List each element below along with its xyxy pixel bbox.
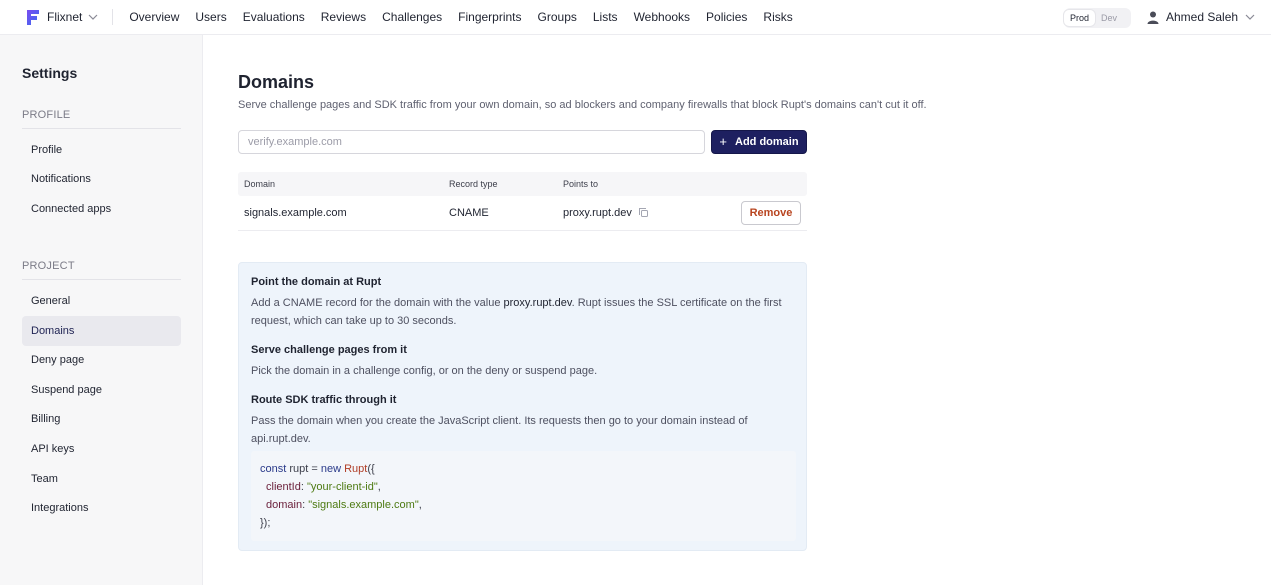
row-points-to-cell: proxy.rupt.dev	[563, 207, 649, 219]
sidebar-section-profile: PROFILE	[22, 109, 181, 129]
step2-title: Serve challenge pages from it	[251, 344, 407, 356]
code-line: });	[260, 514, 787, 532]
main-content: Domains Serve challenge pages and SDK tr…	[203, 35, 1271, 585]
row-domain: signals.example.com	[244, 207, 347, 219]
step1-text-a: Add a CNAME record for the domain with t…	[251, 297, 504, 309]
code-string: "signals.example.com"	[308, 499, 419, 511]
nav-overview[interactable]: Overview	[129, 10, 179, 24]
domain-input[interactable]	[238, 130, 705, 154]
chevron-down-icon	[88, 12, 98, 22]
code-punct: });	[260, 517, 271, 529]
step1-title: Point the domain at Rupt	[251, 276, 382, 288]
code-line: const rupt = new Rupt({	[260, 460, 787, 478]
user-name: Ahmed Saleh	[1166, 10, 1239, 24]
code-punct: ({	[367, 463, 375, 475]
row-record-type: CNAME	[449, 207, 489, 219]
code-punct: ,	[418, 499, 422, 511]
domains-table-header: Domain Record type Points to	[238, 172, 807, 196]
main-nav: Overview Users Evaluations Reviews Chall…	[121, 10, 800, 24]
top-bar: Flixnet Overview Users Evaluations Revie…	[0, 0, 1271, 35]
add-domain-label: Add domain	[735, 136, 799, 148]
column-header-domain: Domain	[244, 179, 276, 189]
row-points-to: proxy.rupt.dev	[563, 207, 632, 219]
step2-text: Pick the domain in a challenge config, o…	[251, 365, 598, 377]
plus-icon: +	[719, 134, 728, 149]
code-snippet: const rupt = new Rupt({ clientId: "your-…	[251, 451, 796, 541]
code-punct: ,	[377, 481, 381, 493]
code-key: domain	[266, 499, 303, 511]
step3-text: Pass the domain when you create the Java…	[251, 415, 748, 445]
nav-reviews[interactable]: Reviews	[321, 10, 366, 24]
user-menu[interactable]: Ahmed Saleh	[1147, 10, 1255, 24]
workspace-switcher[interactable]: Flixnet	[25, 0, 98, 35]
nav-groups[interactable]: Groups	[538, 10, 577, 24]
page-title: Domains	[238, 72, 315, 92]
nav-challenges[interactable]: Challenges	[382, 10, 442, 24]
brand-logo-icon	[25, 9, 40, 26]
sidebar-item-billing[interactable]: Billing	[22, 404, 181, 434]
setup-instructions-panel: Point the domain at Rupt Add a CNAME rec…	[238, 262, 807, 551]
sidebar-section-project: PROJECT	[22, 260, 181, 280]
divider	[112, 9, 114, 25]
sidebar-item-notifications[interactable]: Notifications	[22, 164, 181, 194]
copy-icon[interactable]	[638, 207, 649, 218]
nav-fingerprints[interactable]: Fingerprints	[458, 10, 521, 24]
chevron-down-icon	[1245, 14, 1255, 20]
nav-users[interactable]: Users	[195, 10, 226, 24]
brand-name: Flixnet	[47, 10, 83, 24]
table-row: signals.example.com CNAME proxy.rupt.dev…	[238, 196, 807, 231]
code-var: rupt =	[286, 463, 321, 475]
code-key: clientId	[266, 481, 301, 493]
code-line: clientId: "your-client-id",	[260, 478, 787, 496]
sidebar-item-team[interactable]: Team	[22, 464, 181, 494]
code-line: domain: "signals.example.com",	[260, 496, 787, 514]
sidebar-item-general[interactable]: General	[22, 286, 181, 316]
add-domain-button[interactable]: + Add domain	[711, 130, 807, 154]
code-string: "your-client-id"	[306, 481, 378, 493]
sidebar-item-suspend-page[interactable]: Suspend page	[22, 375, 181, 405]
env-dev-option[interactable]: Dev	[1095, 10, 1123, 26]
sidebar-item-domains[interactable]: Domains	[22, 316, 181, 346]
step1-text: Add a CNAME record for the domain with t…	[251, 295, 791, 330]
code-keyword: const	[260, 463, 287, 475]
column-header-points-to: Points to	[563, 179, 599, 189]
settings-sidebar: Settings PROFILE Profile Notifications C…	[0, 35, 203, 585]
environment-toggle: Prod Dev	[1064, 8, 1131, 28]
column-header-record-type: Record type	[449, 179, 498, 189]
nav-risks[interactable]: Risks	[763, 10, 792, 24]
nav-webhooks[interactable]: Webhooks	[634, 10, 690, 24]
nav-evaluations[interactable]: Evaluations	[243, 10, 305, 24]
sidebar-title: Settings	[22, 65, 78, 81]
nav-lists[interactable]: Lists	[593, 10, 618, 24]
page-subtitle: Serve challenge pages and SDK traffic fr…	[238, 99, 927, 111]
env-prod-option[interactable]: Prod	[1064, 10, 1096, 26]
code-keyword: new	[320, 463, 342, 475]
step1-text-value: proxy.rupt.dev	[503, 297, 572, 309]
remove-domain-button[interactable]: Remove	[741, 201, 801, 225]
sidebar-item-profile[interactable]: Profile	[22, 135, 181, 165]
sidebar-item-integrations[interactable]: Integrations	[22, 493, 181, 523]
sidebar-item-api-keys[interactable]: API keys	[22, 434, 181, 464]
code-class: Rupt	[341, 463, 368, 475]
nav-policies[interactable]: Policies	[706, 10, 747, 24]
user-icon	[1147, 11, 1159, 24]
step3-title: Route SDK traffic through it	[251, 394, 397, 406]
sidebar-item-connected-apps[interactable]: Connected apps	[22, 194, 181, 224]
sidebar-item-deny-page[interactable]: Deny page	[22, 345, 181, 375]
